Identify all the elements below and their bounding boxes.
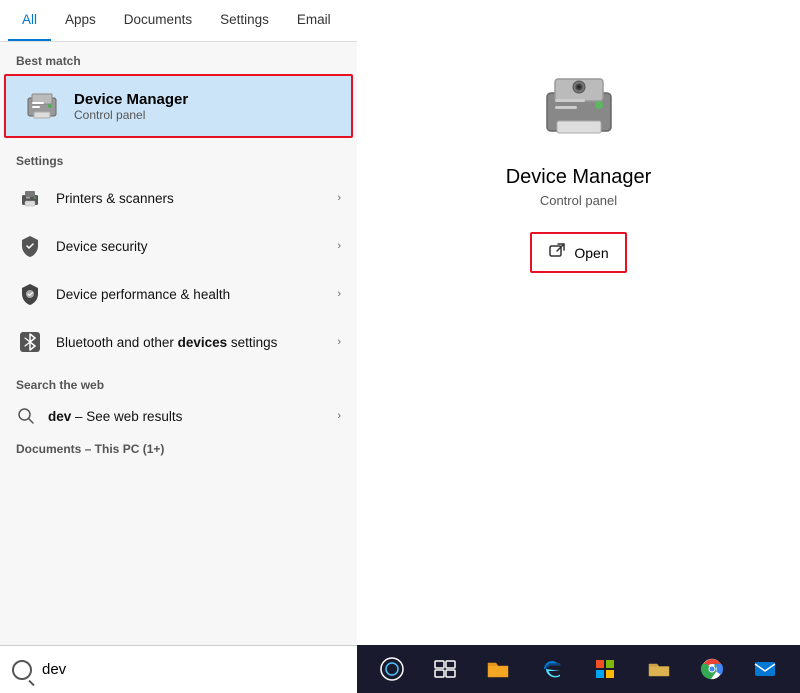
open-icon <box>548 242 566 263</box>
best-match-title: Device Manager <box>74 91 188 108</box>
settings-device-security[interactable]: Device security › <box>0 222 357 270</box>
tab-all[interactable]: All <box>8 0 51 41</box>
device-manager-icon-small <box>22 86 62 126</box>
cortana-icon[interactable] <box>378 655 406 683</box>
settings-section-label: Settings <box>0 142 357 174</box>
device-security-label: Device security <box>56 239 337 254</box>
best-match-item[interactable]: Device Manager Control panel <box>4 74 353 138</box>
search-web-icon <box>16 406 36 426</box>
folder-icon[interactable] <box>645 655 673 683</box>
chevron-right-icon-3: › <box>337 288 341 300</box>
printer-icon <box>16 184 44 212</box>
chevron-right-icon-4: › <box>337 336 341 348</box>
search-panel: All Apps Documents Settings Email Web Mo… <box>0 0 357 645</box>
best-match-text: Device Manager Control panel <box>74 91 188 122</box>
device-performance-label: Device performance & health <box>56 287 337 302</box>
tabs-bar: All Apps Documents Settings Email Web Mo… <box>0 0 357 42</box>
file-explorer-icon[interactable] <box>484 655 512 683</box>
google-chrome-icon[interactable] <box>698 655 726 683</box>
search-input[interactable] <box>42 661 345 678</box>
open-label: Open <box>574 245 608 261</box>
task-view-icon[interactable] <box>431 655 459 683</box>
bluetooth-label: Bluetooth and other devices settings <box>56 335 337 350</box>
web-search-item[interactable]: dev – See web results › <box>0 398 357 434</box>
best-match-label: Best match <box>0 42 357 74</box>
best-match-subtitle: Control panel <box>74 108 188 122</box>
settings-bluetooth[interactable]: Bluetooth and other devices settings › <box>0 318 357 366</box>
mail-icon[interactable] <box>751 655 779 683</box>
tab-settings[interactable]: Settings <box>206 0 283 41</box>
search-icon <box>12 660 32 680</box>
shield-icon <box>16 232 44 260</box>
open-button[interactable]: Open <box>530 232 626 273</box>
bluetooth-icon <box>16 328 44 356</box>
shield-check-icon <box>16 280 44 308</box>
results-panel: Best match Device Manager Control panel … <box>0 42 357 645</box>
tab-apps[interactable]: Apps <box>51 0 110 41</box>
search-bar <box>0 645 357 693</box>
settings-printers[interactable]: Printers & scanners › <box>0 174 357 222</box>
right-panel-app-name: Device Manager <box>506 166 652 189</box>
right-panel-app-type: Control panel <box>540 193 617 208</box>
web-search-text: dev – See web results <box>48 409 182 424</box>
chevron-right-icon-2: › <box>337 240 341 252</box>
right-panel: Device Manager Control panel Open <box>357 0 800 645</box>
tab-email[interactable]: Email <box>283 0 345 41</box>
settings-device-performance[interactable]: Device performance & health › <box>0 270 357 318</box>
chevron-right-icon: › <box>337 192 341 204</box>
device-manager-icon-large <box>534 60 624 150</box>
store-icon[interactable] <box>591 655 619 683</box>
printers-label: Printers & scanners <box>56 191 337 206</box>
web-search-label: Search the web <box>0 366 357 398</box>
chevron-right-web: › <box>337 410 341 422</box>
documents-section-label: Documents – This PC (1+) <box>0 434 357 460</box>
tab-documents[interactable]: Documents <box>110 0 206 41</box>
taskbar <box>357 645 800 693</box>
edge-browser-icon[interactable] <box>538 655 566 683</box>
